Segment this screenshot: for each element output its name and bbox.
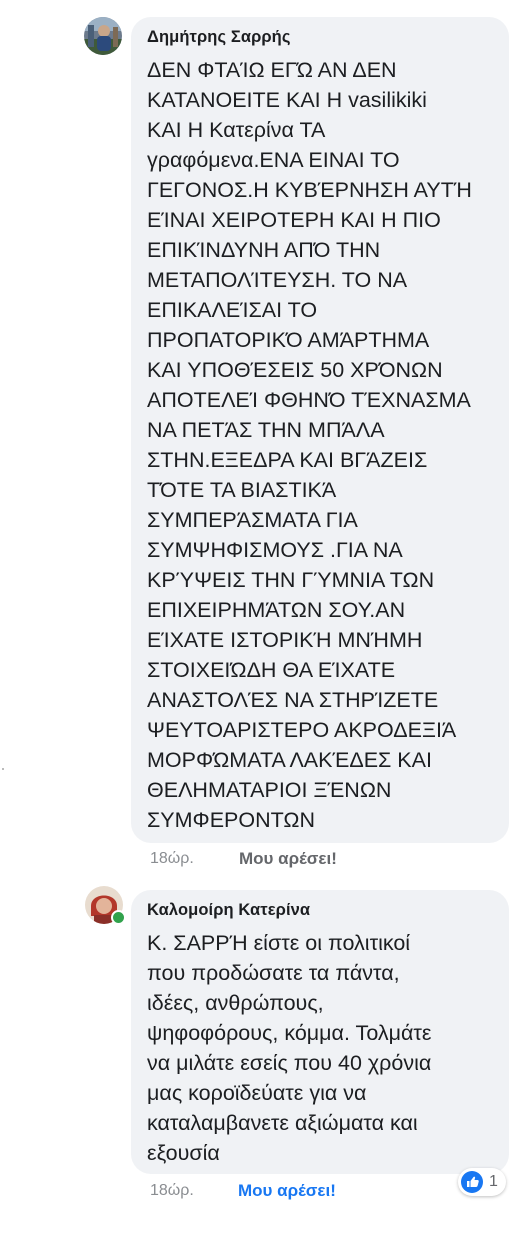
comment-timestamp[interactable]: 18ώρ. [150, 1182, 194, 1200]
comment-bubble: Καλομοίρη Κατερίνα Κ. ΣΑΡΡΉ είστε οι πολ… [131, 890, 509, 1174]
reaction-count: 1 [489, 1173, 498, 1190]
comment-bubble: Δημήτρης Σαρρής ΔΕΝ ΦΤΑΊΩ ΕΓΏ ΑΝ ΔΕΝ ΚΑΤ… [131, 17, 509, 843]
avatar[interactable] [84, 17, 122, 55]
comment-author[interactable]: Καλομοίρη Κατερίνα [147, 901, 493, 920]
thumbs-up-icon [461, 1171, 483, 1193]
like-button[interactable]: Μου αρέσει! [238, 1181, 336, 1201]
avatar-photo [84, 17, 122, 55]
reaction-summary[interactable]: 1 [458, 1168, 506, 1196]
comment-text: ΔΕΝ ΦΤΑΊΩ ΕΓΏ ΑΝ ΔΕΝ ΚΑΤΑΝΟΕΙΤΕ ΚΑΙ Η va… [147, 58, 472, 832]
like-button[interactable]: Μου αρέσει! [239, 849, 337, 869]
comment-text: Κ. ΣΑΡΡΉ είστε οι πολιτικοί που προδώσατ… [147, 931, 432, 1165]
online-status-dot [111, 910, 126, 925]
comment-timestamp[interactable]: 18ώρ. [150, 850, 194, 868]
image-artifact [2, 768, 4, 770]
comment-author[interactable]: Δημήτρης Σαρρής [147, 28, 493, 47]
